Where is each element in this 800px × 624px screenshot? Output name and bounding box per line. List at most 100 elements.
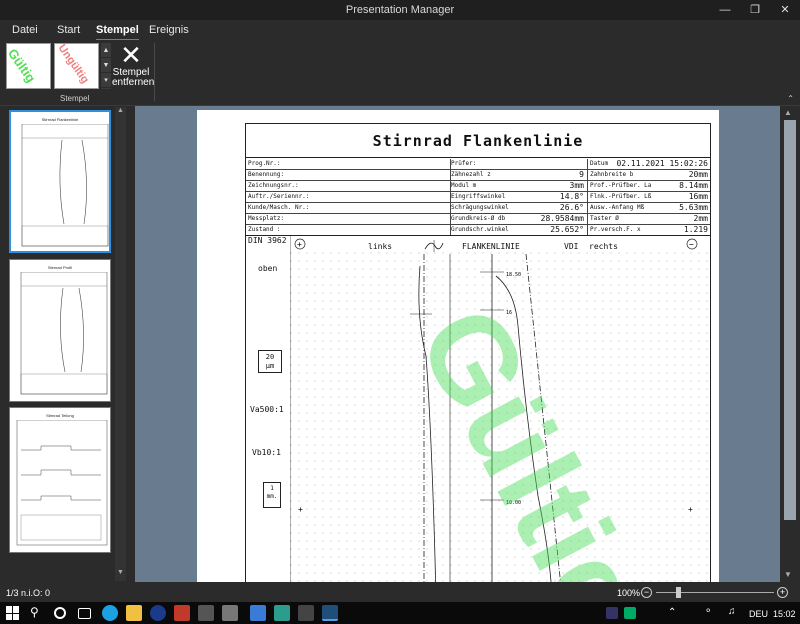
collapse-ribbon-icon[interactable]: ⌃ [787, 94, 794, 103]
oben-label: oben [258, 264, 278, 273]
zoom-level: 100% [617, 588, 641, 598]
page-status: 1/3 n.i.O: 0 [6, 588, 51, 598]
scale-box: 20 µm [258, 350, 282, 373]
header-label: Prof.-Prüfber. La [590, 182, 652, 189]
header-column-divider [587, 159, 588, 236]
app-icon-dark[interactable] [298, 605, 314, 621]
thumbnail-scrollbar[interactable]: ▲ ▼ [115, 107, 126, 581]
tab-stempel[interactable]: Stempel [96, 24, 139, 41]
header-column-divider [450, 159, 451, 236]
network-icon[interactable]: ⚬ [704, 606, 720, 622]
zoom-slider[interactable] [656, 592, 774, 593]
header-label: Eingriffswinkel [451, 193, 506, 200]
viewer-scrollbar[interactable]: ▲ ▼ [780, 106, 800, 582]
tab-ereignis[interactable]: Ereignis [149, 24, 189, 36]
header-label: Schrägungswinkel [451, 204, 509, 211]
header-label: Zeichnungsnr.: [248, 182, 299, 189]
ribbon-divider [154, 43, 155, 101]
media-player-icon[interactable] [150, 605, 166, 621]
zoom-slider-thumb[interactable] [676, 587, 681, 598]
volume-icon[interactable]: ♫ [728, 606, 744, 622]
clock[interactable]: 15:02 [773, 609, 796, 619]
taskbar: ⚲ ⌃ ⚬ ♫ DEU 15:02 [0, 602, 800, 624]
thumbnail-page-1[interactable]: Stirnrad Flankenlinie [9, 110, 111, 253]
header-label: Zähnezahl z [451, 171, 491, 178]
mark-top: 18.50 [506, 272, 521, 278]
thumbnail-title: Stirnrad Teilung [46, 413, 74, 418]
scroll-down-icon[interactable]: ▼ [115, 569, 126, 576]
header-value: 5.63mm [679, 203, 708, 212]
minimize-button[interactable]: — [710, 0, 740, 20]
header-label: Auftr./Seriennr.: [248, 193, 310, 200]
header-value: 16mm [688, 192, 708, 201]
app-icon-teal[interactable] [274, 605, 290, 621]
header-label: Zustand : [248, 226, 281, 233]
task-view-icon[interactable] [78, 608, 91, 619]
app-icon-gear[interactable] [198, 605, 214, 621]
status-bar: 1/3 n.i.O: 0 100% − + [0, 582, 800, 602]
close-button[interactable]: ✕ [770, 0, 800, 20]
thumbnail-preview [20, 272, 108, 395]
remove-stamp-button[interactable]: ✕ Stempel entfernen [112, 40, 154, 92]
tab-start[interactable]: Start [57, 24, 80, 36]
zoom-out-icon[interactable]: − [641, 587, 652, 598]
app-icon-red[interactable] [174, 605, 190, 621]
header-value: 20mm [688, 170, 708, 179]
keyboard-language[interactable]: DEU [749, 609, 768, 619]
thumbnail-page-2[interactable]: Stirnrad Profil [9, 259, 111, 402]
scroll-up-icon[interactable]: ▲ [115, 107, 126, 114]
thumbnail-page-3[interactable]: Stirnrad Teilung [9, 407, 111, 553]
thumbnail-title: Stirnrad Flankenlinie [41, 117, 79, 122]
presentation-manager-icon[interactable] [322, 605, 338, 621]
scale-value: 20 [265, 353, 275, 361]
header-value: 25.652° [550, 225, 584, 234]
restore-button[interactable]: ❐ [740, 0, 770, 20]
header-label: Benennung: [248, 171, 285, 178]
tray-app-icon[interactable] [606, 607, 618, 619]
gallery-expand-icon[interactable]: ▾ [101, 73, 111, 88]
mm-box: 1 mm. [263, 482, 281, 508]
header-label: Grundschr.winkel [451, 226, 509, 233]
header-value: 02.11.2021 15:02:26 [616, 159, 708, 168]
scroll-thumb[interactable] [784, 120, 796, 520]
file-explorer-icon[interactable] [126, 605, 142, 621]
gallery-down-icon[interactable]: ▼ [101, 58, 111, 73]
thumbnail-title: Stirnrad Profil [47, 265, 73, 270]
stamp-ungueltig-button[interactable]: Ungültig [54, 43, 99, 89]
app-icon-m[interactable] [250, 605, 266, 621]
mm-value: 1 [270, 485, 274, 492]
search-icon[interactable]: ⚲ [30, 605, 46, 621]
cortana-icon[interactable] [54, 607, 66, 619]
header-row: Benennung: Zähnezahl z 9 Zahnbreite b 20mm [246, 170, 710, 181]
vb-label: Vb10:1 [252, 448, 281, 457]
stamp-gallery-scroll[interactable]: ▲ ▼ ▾ [101, 43, 111, 89]
header-label: Prüfer: [451, 160, 477, 167]
flank-graph: + − + + 18.50 16 10.00 Gültig [290, 236, 714, 582]
document-viewer[interactable]: Stirnrad Flankenlinie Prog.Nr.: Prüfer: Da… [135, 106, 780, 582]
din-label: DIN 3962 [248, 236, 287, 245]
app-icon-grey[interactable] [222, 605, 238, 621]
gallery-up-icon[interactable]: ▲ [101, 43, 111, 58]
header-label: Kunde/Masch. Nr.: [248, 204, 310, 211]
header-row: Kunde/Masch. Nr.: Schrägungswinkel 26.6° Au… [246, 203, 710, 214]
edge-icon[interactable] [102, 605, 118, 621]
windows-start-icon[interactable] [6, 606, 20, 620]
stamp-gueltig-button[interactable]: Gültig [6, 43, 51, 89]
scale-unit: µm [265, 362, 275, 370]
scroll-up-icon[interactable]: ▲ [784, 108, 792, 117]
header-label: Taster Ø [590, 215, 619, 222]
thumbnail-preview [21, 124, 109, 247]
tray-app-icon-2[interactable] [624, 607, 636, 619]
header-value: 1.219 [683, 225, 708, 234]
stamp-gueltig-label: Gültig [6, 45, 39, 86]
tab-datei[interactable]: Datei [12, 24, 38, 36]
mm-unit: mm. [266, 493, 278, 500]
zoom-in-icon[interactable]: + [777, 587, 788, 598]
report-title: Stirnrad Flankenlinie [246, 124, 710, 158]
close-icon: ✕ [120, 40, 142, 70]
header-row: Prog.Nr.: Prüfer: Datum 02.11.2021 15:02:26 [246, 159, 710, 170]
header-value: 3mm [569, 181, 584, 190]
header-label: Datum [590, 160, 609, 167]
scroll-down-icon[interactable]: ▼ [784, 570, 792, 579]
tray-chevron-icon[interactable]: ⌃ [668, 607, 684, 623]
